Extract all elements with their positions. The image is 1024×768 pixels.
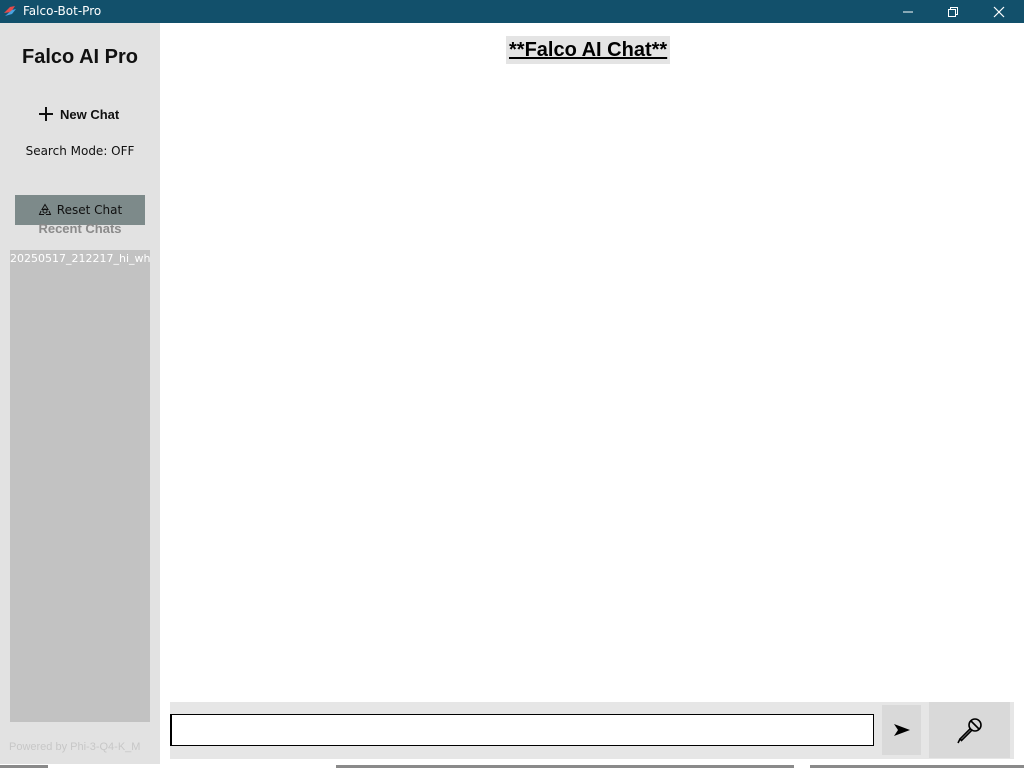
- recent-chats-heading: Recent Chats: [38, 221, 122, 236]
- chat-messages-area[interactable]: [170, 72, 1014, 700]
- reset-chat-label: Reset Chat: [56, 203, 123, 217]
- title-bar: Falco-Bot-Pro: [0, 0, 1024, 23]
- new-chat-button[interactable]: New Chat: [38, 104, 119, 124]
- microphone-button[interactable]: [929, 702, 1010, 758]
- powered-by-label: Powered by Phi-3-Q4-K_M: [9, 741, 141, 753]
- send-arrow-icon: [893, 724, 910, 736]
- recent-chats-list[interactable]: 20250517_212217_hi_wh: [10, 250, 150, 722]
- taskbar-edge: [0, 764, 1024, 768]
- minimize-icon: [903, 11, 913, 12]
- window-title: Falco-Bot-Pro: [23, 4, 102, 18]
- search-mode-toggle[interactable]: Search Mode: OFF: [0, 144, 160, 158]
- close-icon: [993, 6, 1005, 17]
- chat-title: **Falco AI Chat**: [506, 36, 671, 64]
- recent-chat-item[interactable]: 20250517_212217_hi_wh: [10, 250, 150, 268]
- send-button[interactable]: [882, 705, 921, 755]
- plus-icon: [39, 107, 53, 121]
- message-input[interactable]: [170, 714, 874, 746]
- sidebar: Falco AI Pro New Chat Search Mode: OFF R…: [0, 23, 160, 768]
- new-chat-label: New Chat: [60, 106, 120, 122]
- restore-button[interactable]: [930, 0, 976, 23]
- minimize-button[interactable]: [885, 0, 931, 23]
- close-button[interactable]: [976, 0, 1022, 23]
- recycle-icon: [38, 203, 52, 215]
- restore-icon: [948, 6, 958, 17]
- app-icon: [4, 6, 16, 16]
- microphone-icon: [956, 718, 982, 744]
- brand-title: Falco AI Pro: [22, 46, 138, 68]
